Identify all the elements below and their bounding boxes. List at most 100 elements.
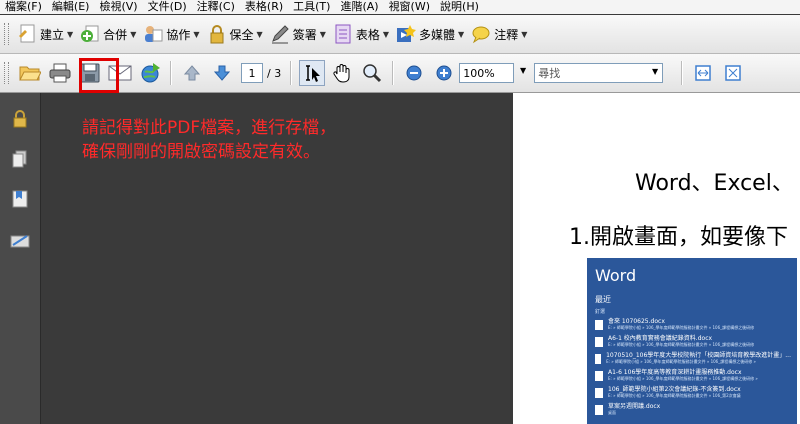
- menu-item[interactable]: 編輯(E): [47, 0, 95, 14]
- multimedia-icon: [396, 24, 417, 44]
- lock-icon: [207, 24, 227, 44]
- toolbar-grip[interactable]: [4, 23, 9, 45]
- page-number-input[interactable]: 1: [241, 63, 263, 83]
- pen-sign-icon: [270, 24, 290, 44]
- hand-tool-button[interactable]: [329, 60, 355, 86]
- web-button[interactable]: [137, 60, 163, 86]
- form-icon: [333, 24, 353, 44]
- toolbar-comment-button[interactable]: 注釋 ▼: [469, 21, 532, 47]
- menu-item[interactable]: 檢視(V): [94, 0, 142, 14]
- menu-item[interactable]: 表格(R): [240, 0, 288, 14]
- instruction-note: 請記得對此PDF檔案，進行存檔， 確保剛剛的開啟密碼設定有效。: [82, 116, 336, 164]
- recent-file-name: A6-1 校內教育實務會議紀錄資料.docx: [608, 335, 713, 342]
- menu-item[interactable]: 進階(A): [335, 0, 383, 14]
- find-input[interactable]: 尋找 ▼: [534, 63, 664, 83]
- recent-file-item: A6-1 校內教育實務會議紀錄資料.docx E: » 師範學院小組 » 106_…: [595, 335, 791, 353]
- zoom-tool-button[interactable]: [359, 60, 385, 86]
- hand-icon: [333, 64, 350, 83]
- recent-file-item: A1-6 106學年度高等教育深耕計畫服務推動.docx E: » 師範學院小組 …: [595, 369, 791, 387]
- recent-file-item: 草案另週開議.docx 桌面: [595, 403, 791, 421]
- toolbar-form-button[interactable]: 表格 ▼: [331, 21, 394, 47]
- fit-page-icon: [725, 65, 741, 81]
- lock-icon: [13, 110, 27, 128]
- document-title: Word、Excel、: [635, 171, 794, 196]
- open-button[interactable]: [17, 60, 43, 86]
- menu-item[interactable]: 檔案(F): [0, 0, 47, 14]
- document-icon: [595, 337, 603, 347]
- chevron-down-icon[interactable]: ▼: [458, 30, 464, 39]
- security-panel-button[interactable]: [10, 109, 30, 129]
- toolbar-button-label: 協作: [166, 27, 191, 42]
- comment-icon: [471, 24, 491, 44]
- recent-file-item: 會來 1070625.docx E: » 師範學院小組 » 106_學年度師範學院…: [595, 318, 791, 336]
- toolbar-button-label: 表格: [355, 27, 380, 42]
- chevron-down-icon[interactable]: ▼: [521, 30, 527, 39]
- recent-file-path: E: » 師範學院小組 » 106_學年度師範學院服務計畫文件 » 106_第2…: [608, 393, 741, 398]
- recent-file-item: 106_師範學院小組第2次會議紀錄-不含簽到.docx E: » 師範學院小組 »…: [595, 386, 791, 404]
- chevron-down-icon[interactable]: ▼: [383, 30, 389, 39]
- document-icon: [595, 388, 603, 398]
- chevron-down-icon[interactable]: ▼: [193, 30, 199, 39]
- chevron-down-icon[interactable]: ▼: [130, 30, 136, 39]
- signatures-panel-button[interactable]: [10, 231, 30, 251]
- zoom-in-button[interactable]: [431, 60, 457, 86]
- recent-file-path: E: » 師範學院小組 » 106_學年度師範學院服務計畫文件 » 106_課程…: [608, 342, 755, 347]
- folder-open-icon: [19, 66, 41, 81]
- toolbar-button-label: 注釋: [494, 27, 519, 42]
- instruction-line-1: 請記得對此PDF檔案，進行存檔，: [82, 118, 337, 138]
- printer-icon: [49, 63, 71, 83]
- toolbar-grip[interactable]: [4, 62, 9, 84]
- toolbar-combine-button[interactable]: 合併 ▼: [78, 21, 141, 47]
- word-app-name: Word: [595, 266, 637, 285]
- chevron-down-icon[interactable]: ▼: [257, 30, 263, 39]
- bookmarks-panel-button[interactable]: [10, 189, 30, 209]
- recent-file-name: 會來 1070625.docx: [608, 318, 665, 325]
- toolbar-create-pdf-button[interactable]: 建立 ▼: [15, 21, 78, 47]
- recent-file-name: A1-6 106學年度高等教育深耕計畫服務推動.docx: [608, 369, 742, 376]
- recent-file-item: 1070510_106學年度大學校院執行「校園師資培育教學改進計畫」... E: …: [595, 352, 791, 370]
- toolbar-multimedia-button[interactable]: 多媒體 ▼: [394, 21, 469, 47]
- select-tool-button[interactable]: [299, 60, 326, 86]
- zoom-level-select[interactable]: 100% ▼: [459, 63, 526, 83]
- menu-item[interactable]: 說明(H): [435, 0, 484, 14]
- print-button[interactable]: [47, 60, 73, 86]
- menu-item[interactable]: 注釋(C): [192, 0, 240, 14]
- zoom-level-value: 100%: [463, 66, 495, 80]
- recent-label: 最近: [595, 295, 611, 304]
- zoom-out-button[interactable]: [401, 60, 427, 86]
- menu-item[interactable]: 工具(T): [288, 0, 335, 14]
- document-icon: [595, 320, 603, 330]
- toolbar-lock-button[interactable]: 保全 ▼: [205, 21, 268, 47]
- full-screen-button[interactable]: [720, 60, 746, 86]
- instruction-line-2: 確保剛剛的開啟密碼設定有效。: [82, 142, 320, 162]
- recent-file-path: 桌面: [608, 410, 616, 415]
- file-toolbar: 1 / 3 100% ▼ 尋找 ▼: [0, 54, 800, 93]
- arrow-up-icon: [183, 65, 201, 81]
- magnifier-icon: [363, 64, 382, 83]
- document-icon: [595, 354, 602, 364]
- page-total: / 3: [267, 66, 282, 80]
- task-toolbar: 建立 ▼ 合併 ▼ 協作 ▼ 保全 ▼ 簽署 ▼ 表格 ▼ 多媒體 ▼ 注釋 ▼: [0, 15, 800, 54]
- fit-width-button[interactable]: [690, 60, 716, 86]
- document-icon: [595, 371, 603, 381]
- pages-panel-button[interactable]: [10, 149, 30, 169]
- toolbar-separator: [392, 61, 395, 85]
- toolbar-button-label: 多媒體: [419, 27, 456, 42]
- chevron-down-icon[interactable]: ▼: [67, 30, 73, 39]
- text-cursor-arrow-icon: [306, 65, 321, 82]
- chevron-down-icon[interactable]: ▼: [320, 30, 326, 39]
- toolbar-separator: [170, 61, 172, 85]
- chevron-down-icon[interactable]: ▼: [652, 67, 658, 76]
- toolbar-collaborate-button[interactable]: 協作 ▼: [141, 21, 204, 47]
- toolbar-pen-sign-button[interactable]: 簽署 ▼: [268, 21, 331, 47]
- toolbar-separator: [290, 61, 293, 85]
- previous-page-button[interactable]: [179, 60, 205, 86]
- menu-item[interactable]: 視窗(W): [384, 0, 435, 14]
- fit-width-icon: [695, 65, 711, 81]
- combine-icon: [80, 24, 100, 44]
- next-page-button[interactable]: [209, 60, 235, 86]
- chevron-down-icon[interactable]: ▼: [520, 66, 526, 75]
- zoom-in-icon: [436, 65, 452, 81]
- menu-item[interactable]: 文件(D): [143, 0, 192, 14]
- toolbar-separator: [681, 61, 684, 85]
